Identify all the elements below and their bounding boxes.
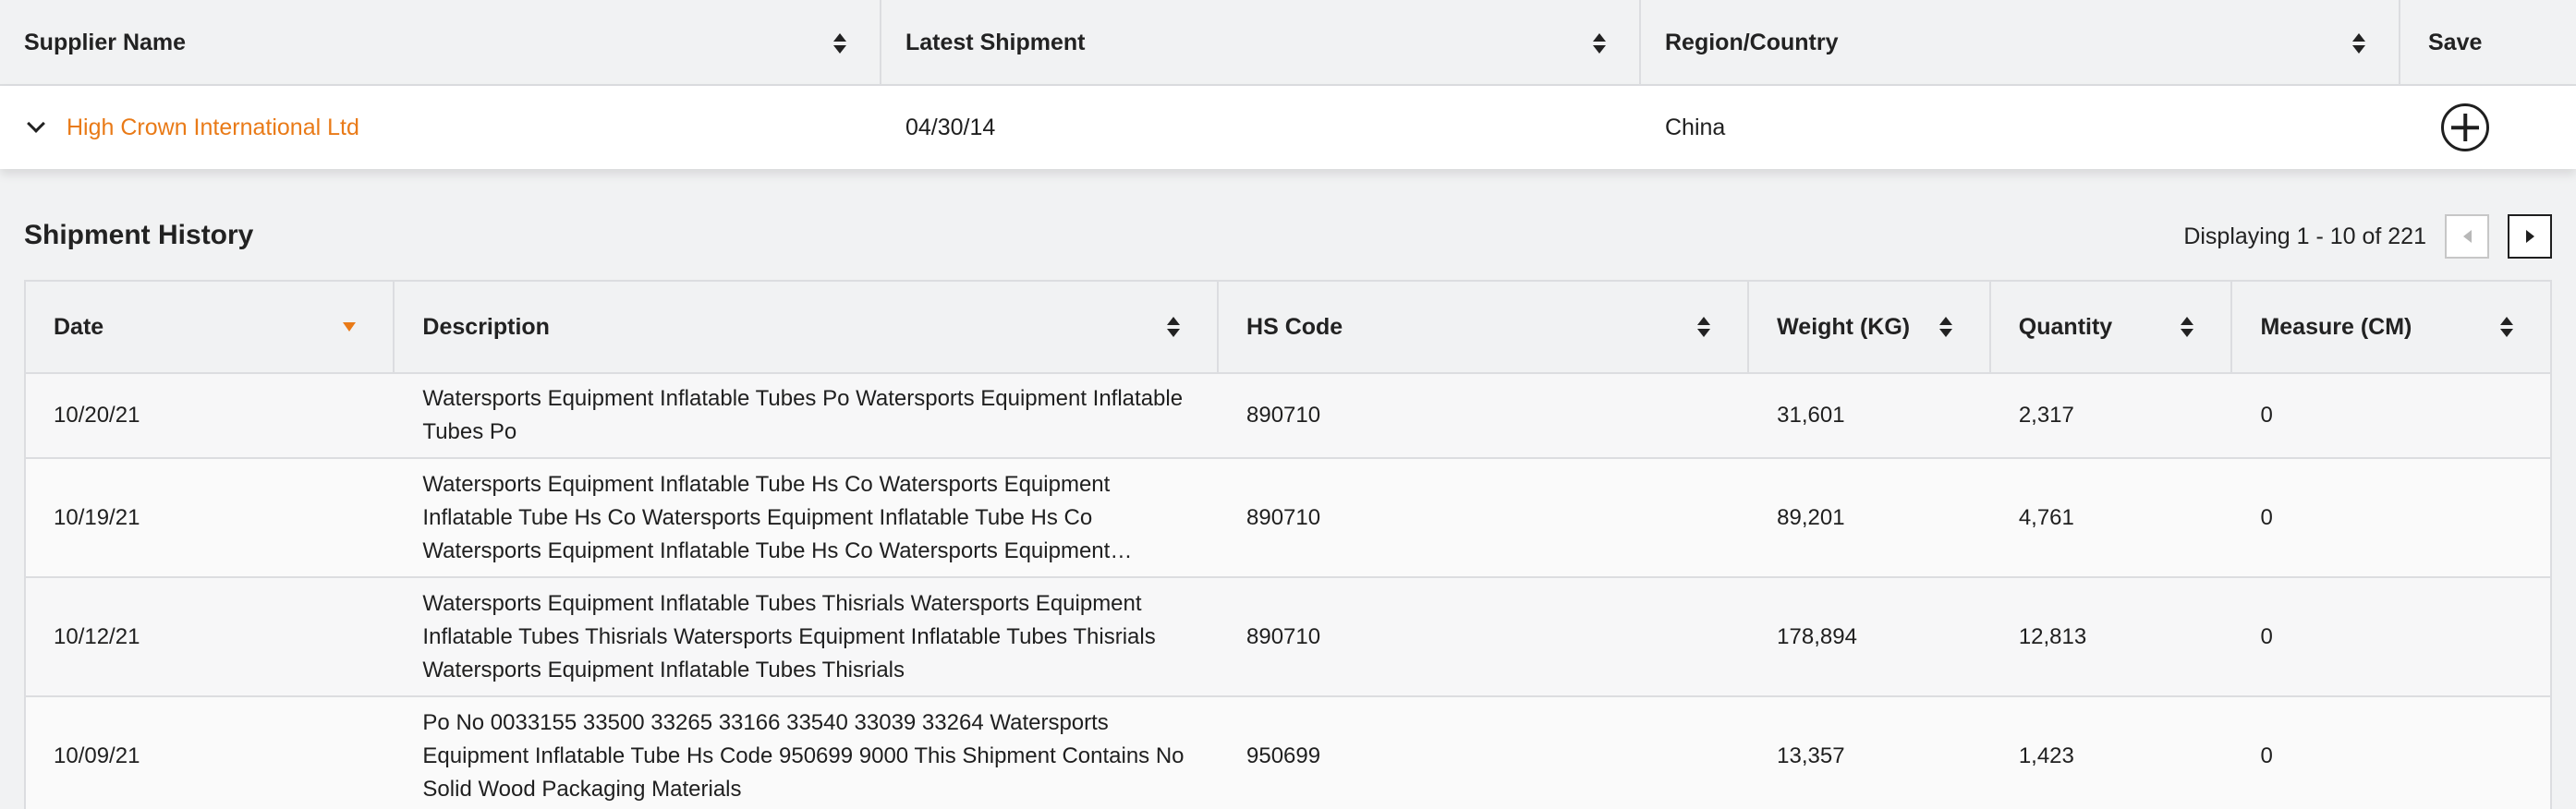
sort-icon[interactable]: [1167, 317, 1181, 337]
sort-icon[interactable]: [1697, 317, 1711, 337]
header-description[interactable]: Description: [395, 282, 1220, 372]
header-date-label: Date: [54, 313, 104, 340]
header-quantity-label: Quantity: [2018, 313, 2113, 340]
measure-cell: 0: [2260, 504, 2273, 530]
header-measure-label: Measure (CM): [2260, 313, 2412, 340]
sort-icon[interactable]: [1938, 317, 1952, 337]
header-hs-code[interactable]: HS Code: [1219, 282, 1750, 372]
sort-icon[interactable]: [2352, 32, 2365, 54]
quantity-cell: 4,761: [2018, 504, 2074, 530]
header-weight-label: Weight (KG): [1777, 313, 1911, 340]
table-body: 10/20/21 Watersports Equipment Inflatabl…: [26, 374, 2550, 809]
header-latest-shipment[interactable]: Latest Shipment: [881, 0, 1641, 86]
header-region-country-label: Region/Country: [1665, 30, 1839, 55]
weight-cell: 178,894: [1777, 623, 1857, 649]
date-cell: 10/09/21: [54, 743, 140, 768]
weight-cell: 13,357: [1777, 743, 1845, 768]
table-header: Date Description HS Code Weight (KG) Qua…: [26, 282, 2550, 374]
table-row: 10/09/21 Po No 0033155 33500 33265 33166…: [26, 697, 2550, 809]
sort-descending-icon[interactable]: [343, 322, 357, 332]
header-save-label: Save: [2428, 30, 2483, 55]
hs-code-cell: 890710: [1246, 403, 1321, 428]
caret-right-icon: [2525, 230, 2534, 243]
description-text: Watersports Equipment Inflatable Tube Hs…: [422, 471, 1111, 563]
description-cell: Po No 0033155 33500 33265 33166 33540 33…: [395, 697, 1219, 809]
supplier-name-link[interactable]: High Crown International Ltd: [67, 115, 359, 141]
next-page-button[interactable]: [2508, 214, 2552, 259]
header-measure[interactable]: Measure (CM): [2232, 282, 2550, 372]
header-date[interactable]: Date: [26, 282, 395, 372]
hs-code-cell: 890710: [1246, 623, 1321, 649]
description-cell: Watersports Equipment Inflatable Tube Hs…: [395, 459, 1219, 576]
sort-icon[interactable]: [2181, 317, 2194, 337]
description-cell: Watersports Equipment Inflatable Tubes P…: [395, 374, 1219, 457]
sort-icon[interactable]: [2499, 317, 2513, 337]
date-cell: 10/19/21: [54, 504, 140, 530]
table-row: 10/12/21 Watersports Equipment Inflatabl…: [26, 578, 2550, 697]
description-text: Watersports Equipment Inflatable Tubes T…: [422, 590, 1156, 682]
quantity-cell: 2,317: [2018, 403, 2074, 428]
header-supplier-name-label: Supplier Name: [24, 30, 187, 55]
weight-cell: 89,201: [1777, 504, 1845, 530]
add-circle-icon[interactable]: [2441, 103, 2489, 151]
sort-icon[interactable]: [833, 32, 846, 54]
pagination-text: Displaying 1 - 10 of 221: [2183, 223, 2426, 249]
caret-left-icon: [2462, 230, 2472, 243]
pagination: Displaying 1 - 10 of 221: [2183, 214, 2552, 259]
latest-shipment-value: 04/30/14: [905, 114, 996, 140]
table-row: 10/20/21 Watersports Equipment Inflatabl…: [26, 374, 2550, 459]
header-save: Save: [2400, 0, 2576, 86]
header-description-label: Description: [422, 313, 550, 340]
description-cell: Watersports Equipment Inflatable Tubes T…: [395, 578, 1219, 695]
hs-code-cell: 950699: [1246, 743, 1321, 768]
quantity-cell: 12,813: [2018, 623, 2087, 649]
shipment-history-table: Date Description HS Code Weight (KG) Qua…: [24, 280, 2552, 809]
date-cell: 10/20/21: [54, 403, 140, 428]
measure-cell: 0: [2260, 403, 2273, 428]
header-supplier-name[interactable]: Supplier Name: [0, 0, 881, 86]
region-country-value: China: [1665, 114, 1726, 140]
header-quantity[interactable]: Quantity: [1991, 282, 2233, 372]
measure-cell: 0: [2260, 623, 2273, 649]
table-row: 10/19/21 Watersports Equipment Inflatabl…: [26, 459, 2550, 578]
save-cell: [2400, 86, 2576, 169]
measure-cell: 0: [2260, 743, 2273, 768]
description-text: Watersports Equipment Inflatable Tubes P…: [422, 386, 1184, 444]
weight-cell: 31,601: [1777, 403, 1845, 428]
date-cell: 10/12/21: [54, 623, 140, 649]
supplier-name-cell: High Crown International Ltd: [0, 86, 881, 169]
header-weight[interactable]: Weight (KG): [1749, 282, 1991, 372]
supplier-row: High Crown International Ltd 04/30/14 Ch…: [0, 86, 2576, 169]
quantity-cell: 1,423: [2018, 743, 2074, 768]
previous-page-button[interactable]: [2445, 214, 2489, 259]
header-region-country[interactable]: Region/Country: [1641, 0, 2400, 86]
description-text: Po No 0033155 33500 33265 33166 33540 33…: [422, 709, 1185, 802]
hs-code-cell: 890710: [1246, 504, 1321, 530]
chevron-down-icon[interactable]: [27, 115, 45, 133]
header-latest-shipment-label: Latest Shipment: [905, 30, 1086, 55]
supplier-table-header: Supplier Name Latest Shipment Region/Cou…: [0, 0, 2576, 86]
shipment-history-title: Shipment History: [24, 220, 254, 250]
header-hs-code-label: HS Code: [1246, 313, 1343, 340]
sort-icon[interactable]: [1593, 32, 1606, 54]
